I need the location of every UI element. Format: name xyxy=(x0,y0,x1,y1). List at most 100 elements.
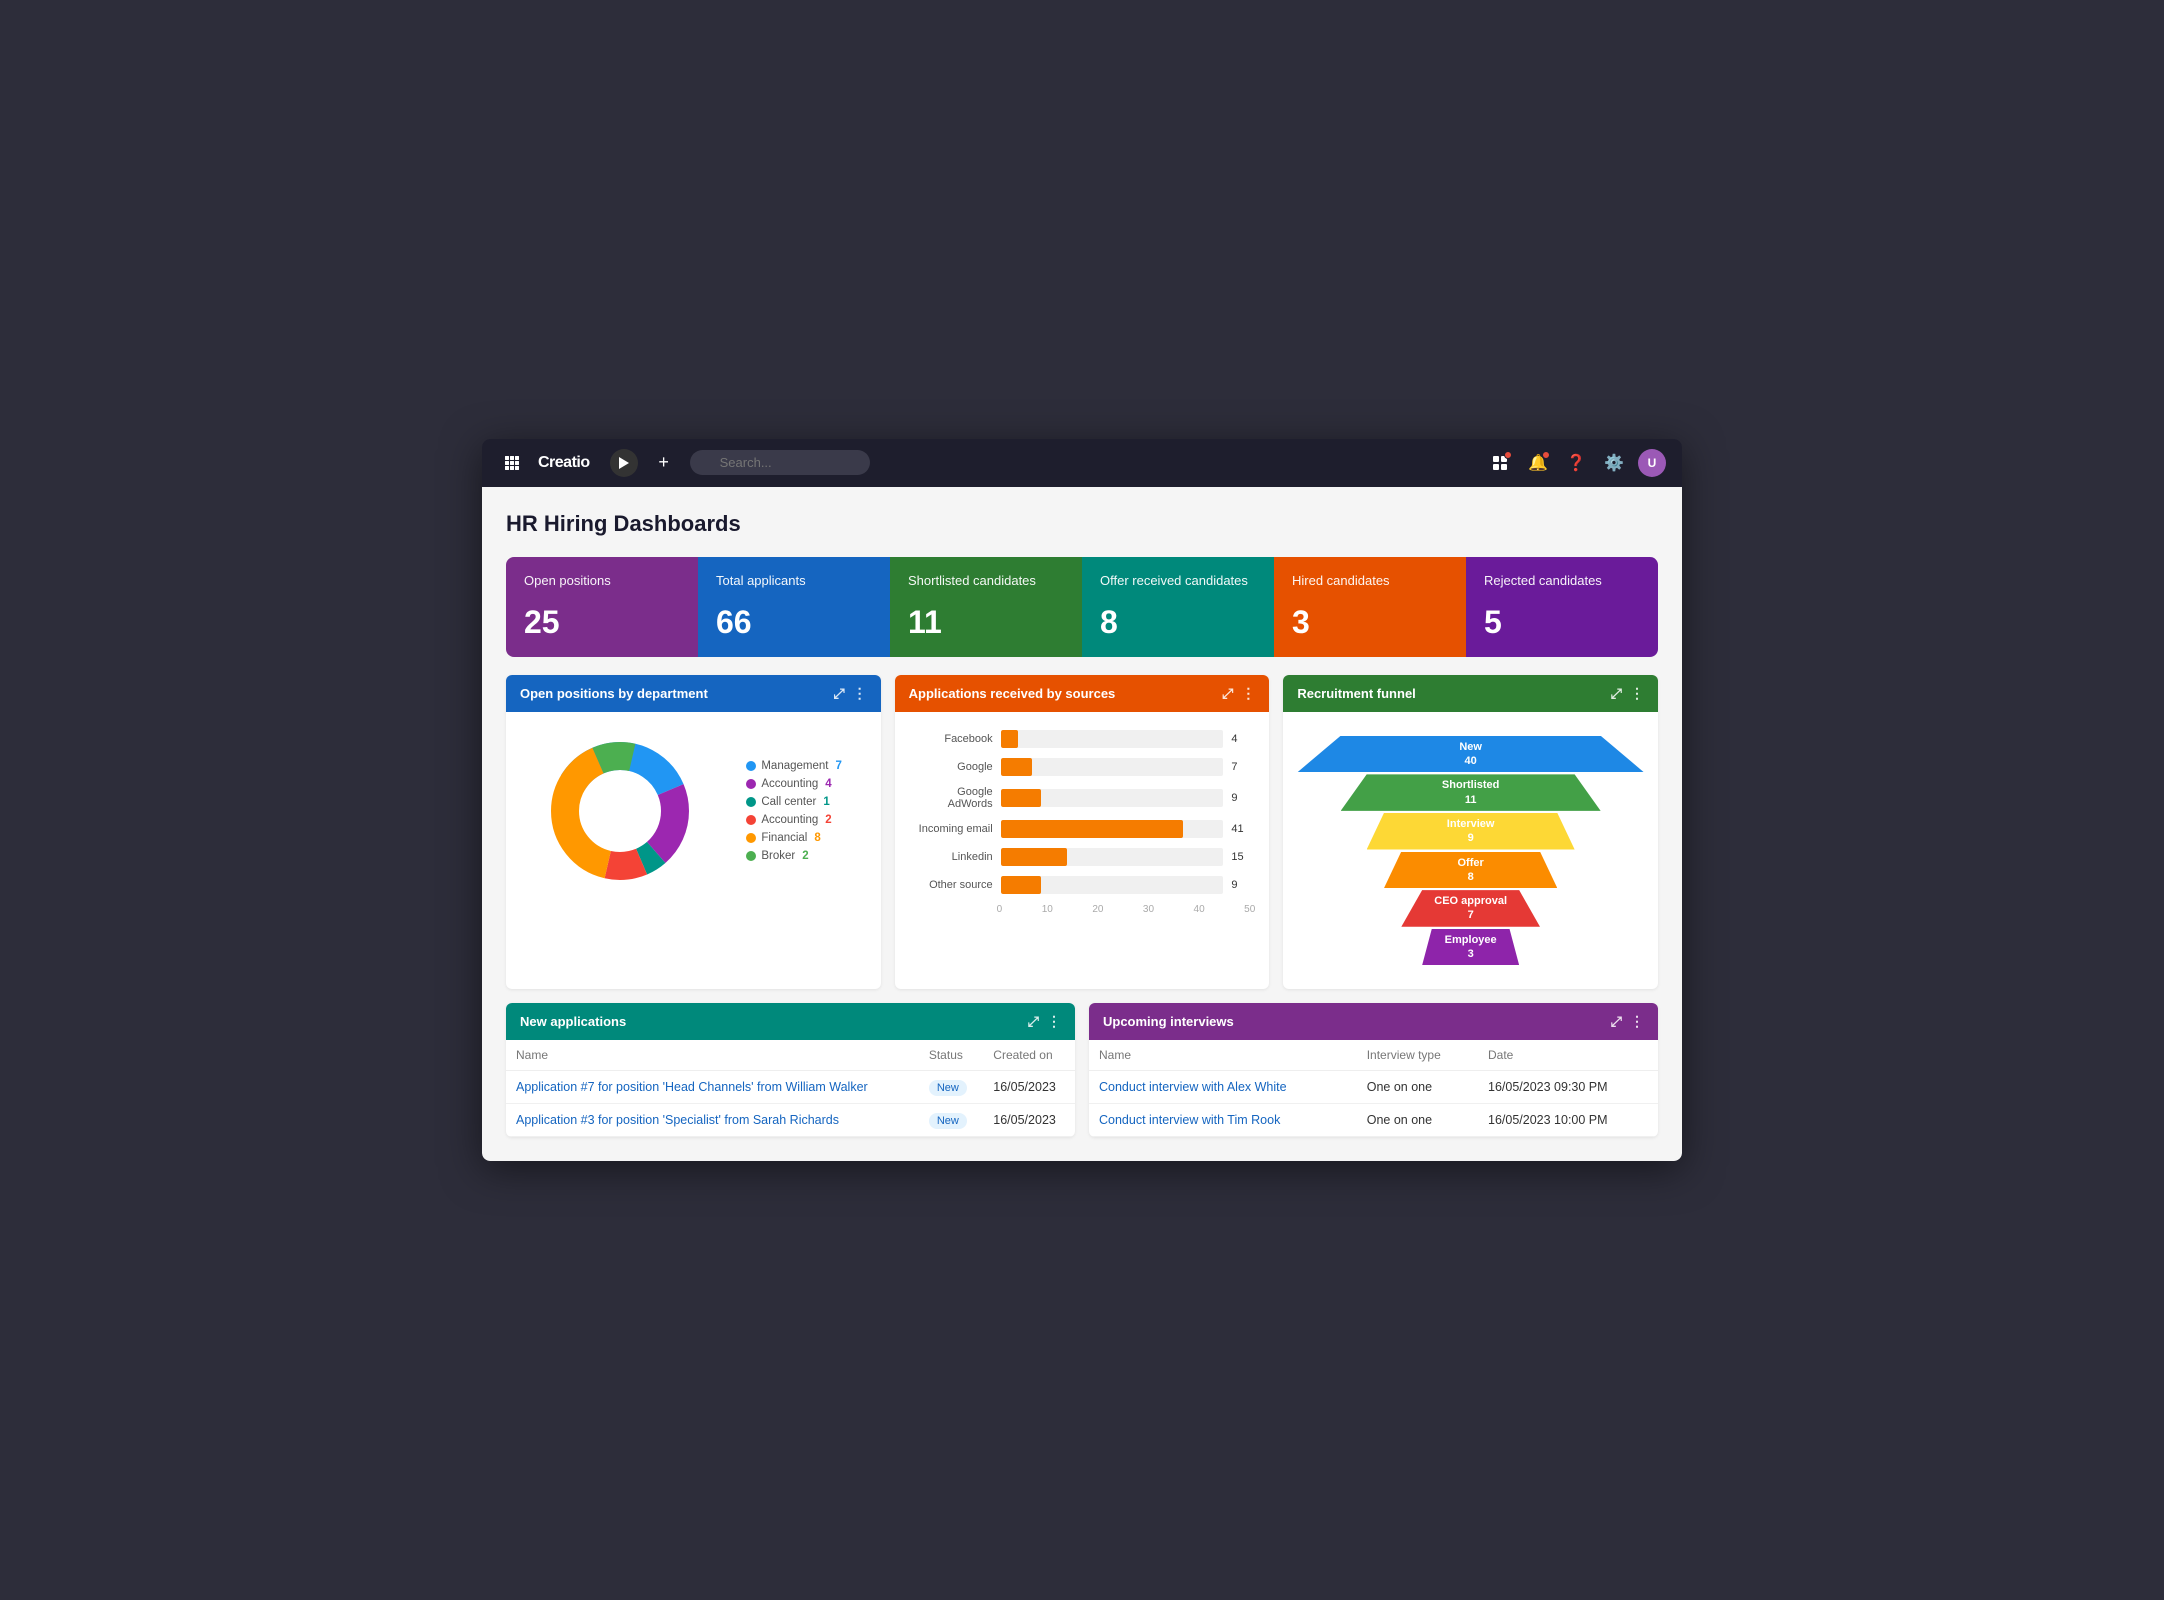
notification-badge xyxy=(1542,451,1550,459)
settings-button[interactable]: ⚙️ xyxy=(1600,449,1628,477)
bar-track-4 xyxy=(1001,848,1224,866)
new-apps-title: New applications xyxy=(520,1014,626,1029)
col-name: Name xyxy=(506,1040,919,1071)
more-icon[interactable]: ⋮ xyxy=(853,685,867,702)
bar-fill-3 xyxy=(1001,820,1184,838)
bar-row-3: Incoming email 41 xyxy=(913,820,1252,838)
app-name-1[interactable]: Application #7 for position 'Head Channe… xyxy=(506,1071,919,1104)
notifications-button-wrap: 🔔 xyxy=(1524,449,1552,477)
funnel-body: New40Shortlisted11Interview9Offer8CEO ap… xyxy=(1283,712,1658,990)
bar-row-2: Google AdWords 9 xyxy=(913,786,1252,810)
grid-menu-button[interactable] xyxy=(498,449,526,477)
add-button[interactable]: + xyxy=(650,449,678,477)
bar-track-5 xyxy=(1001,876,1224,894)
sources-header-icons: ⤢ ⋮ xyxy=(1222,685,1255,702)
table-row: Conduct interview with Alex White One on… xyxy=(1089,1071,1658,1104)
sources-more-icon[interactable]: ⋮ xyxy=(1241,685,1255,702)
funnel-level-0: New40 xyxy=(1297,736,1644,773)
interview-name-2[interactable]: Conduct interview with Tim Rook xyxy=(1089,1104,1357,1137)
sources-expand-icon[interactable]: ⤢ xyxy=(1222,685,1233,702)
new-applications-widget: New applications ⤢ ⋮ Name Status Created… xyxy=(506,1003,1075,1137)
bar-fill-0 xyxy=(1001,730,1019,748)
col-interview-date: Date xyxy=(1478,1040,1658,1071)
interview-type-1: One on one xyxy=(1357,1071,1478,1104)
studio-badge xyxy=(1504,451,1512,459)
app-status-2: New xyxy=(919,1104,983,1137)
stat-cards-row: Open positions 25 Total applicants 66 Sh… xyxy=(506,557,1658,657)
open-positions-header: Open positions by department ⤢ ⋮ xyxy=(506,675,881,712)
funnel-widget: Recruitment funnel ⤢ ⋮ New40Shortlisted1… xyxy=(1283,675,1658,990)
interviews-table: Name Interview type Date Conduct intervi… xyxy=(1089,1040,1658,1137)
search-input[interactable] xyxy=(690,450,870,475)
legend-item-management: Management 7 xyxy=(746,760,842,772)
funnel-label-4: CEO approval7 xyxy=(1434,894,1507,923)
app-name-2[interactable]: Application #3 for position 'Specialist'… xyxy=(506,1104,919,1137)
interviews-header-icons: ⤢ ⋮ xyxy=(1611,1013,1644,1030)
interviews-more-icon[interactable]: ⋮ xyxy=(1630,1013,1644,1030)
open-positions-widget: Open positions by department ⤢ ⋮ xyxy=(506,675,881,990)
legend-item-accounting: Accounting 4 xyxy=(746,778,842,790)
expand-icon[interactable]: ⤢ xyxy=(833,685,844,702)
legend-item-broker: Broker 2 xyxy=(746,850,842,862)
new-apps-header: New applications ⤢ ⋮ xyxy=(506,1003,1075,1040)
funnel-level-3: Offer8 xyxy=(1384,852,1557,889)
open-positions-body: Management 7 Accounting 4 Call center xyxy=(506,712,881,910)
bar-label-5: Other source xyxy=(913,879,993,891)
interview-name-1[interactable]: Conduct interview with Alex White xyxy=(1089,1071,1357,1104)
help-button[interactable]: ❓ xyxy=(1562,449,1590,477)
funnel-level-5: Employee3 xyxy=(1422,929,1519,966)
bar-fill-5 xyxy=(1001,876,1041,894)
studio-button-wrap xyxy=(1486,449,1514,477)
bar-val-0: 4 xyxy=(1231,733,1251,745)
bar-label-4: Linkedin xyxy=(913,851,993,863)
col-interview-name: Name xyxy=(1089,1040,1357,1071)
bar-track-1 xyxy=(1001,758,1224,776)
bar-chart: Facebook 4 Google 7 Google AdWords 9 Inc… xyxy=(909,726,1256,894)
stat-value-0: 25 xyxy=(524,604,680,641)
stat-card-5: Rejected candidates 5 xyxy=(1466,557,1658,657)
interviews-header-row: Name Interview type Date xyxy=(1089,1040,1658,1071)
funnel-expand-icon[interactable]: ⤢ xyxy=(1611,685,1622,702)
page-title: HR Hiring Dashboards xyxy=(506,511,1658,537)
interviews-table-body: Conduct interview with Alex White One on… xyxy=(1089,1071,1658,1137)
funnel-more-icon[interactable]: ⋮ xyxy=(1630,685,1644,702)
open-positions-title: Open positions by department xyxy=(520,686,708,701)
bar-val-1: 7 xyxy=(1231,761,1251,773)
bar-row-1: Google 7 xyxy=(913,758,1252,776)
interviews-expand-icon[interactable]: ⤢ xyxy=(1611,1013,1622,1030)
app-window: Creatio + 🔍 🔔 xyxy=(482,439,1682,1162)
new-apps-expand-icon[interactable]: ⤢ xyxy=(1028,1013,1039,1030)
sources-title: Applications received by sources xyxy=(909,686,1116,701)
bar-val-5: 9 xyxy=(1231,879,1251,891)
donut-legend: Management 7 Accounting 4 Call center xyxy=(746,760,842,862)
funnel-level-4: CEO approval7 xyxy=(1401,890,1540,927)
stat-card-3: Offer received candidates 8 xyxy=(1082,557,1274,657)
stat-value-2: 11 xyxy=(908,604,1064,641)
upcoming-interviews-widget: Upcoming interviews ⤢ ⋮ Name Interview t… xyxy=(1089,1003,1658,1137)
bar-row-5: Other source 9 xyxy=(913,876,1252,894)
stat-label-1: Total applicants xyxy=(716,573,872,590)
interview-date-1: 16/05/2023 09:30 PM xyxy=(1478,1071,1658,1104)
interview-date-2: 16/05/2023 10:00 PM xyxy=(1478,1104,1658,1137)
play-button[interactable] xyxy=(610,449,638,477)
app-date-2: 16/05/2023 xyxy=(983,1104,1075,1137)
bar-fill-2 xyxy=(1001,789,1041,807)
col-interview-type: Interview type xyxy=(1357,1040,1478,1071)
legend-item-callcenter: Call center 1 xyxy=(746,796,842,808)
bar-label-0: Facebook xyxy=(913,733,993,745)
stat-label-0: Open positions xyxy=(524,573,680,590)
col-status: Status xyxy=(919,1040,983,1071)
funnel-level-1: Shortlisted11 xyxy=(1341,774,1601,811)
user-avatar[interactable]: U xyxy=(1638,449,1666,477)
bar-track-0 xyxy=(1001,730,1224,748)
table-row: Conduct interview with Tim Rook One on o… xyxy=(1089,1104,1658,1137)
bar-fill-4 xyxy=(1001,848,1068,866)
new-apps-more-icon[interactable]: ⋮ xyxy=(1047,1013,1061,1030)
funnel-header-icons: ⤢ ⋮ xyxy=(1611,685,1644,702)
bar-track-3 xyxy=(1001,820,1224,838)
stat-label-3: Offer received candidates xyxy=(1100,573,1256,590)
interviews-body: Name Interview type Date Conduct intervi… xyxy=(1089,1040,1658,1137)
main-content: HR Hiring Dashboards Open positions 25 T… xyxy=(482,487,1682,1162)
col-created: Created on xyxy=(983,1040,1075,1071)
bottom-row: New applications ⤢ ⋮ Name Status Created… xyxy=(506,1003,1658,1137)
